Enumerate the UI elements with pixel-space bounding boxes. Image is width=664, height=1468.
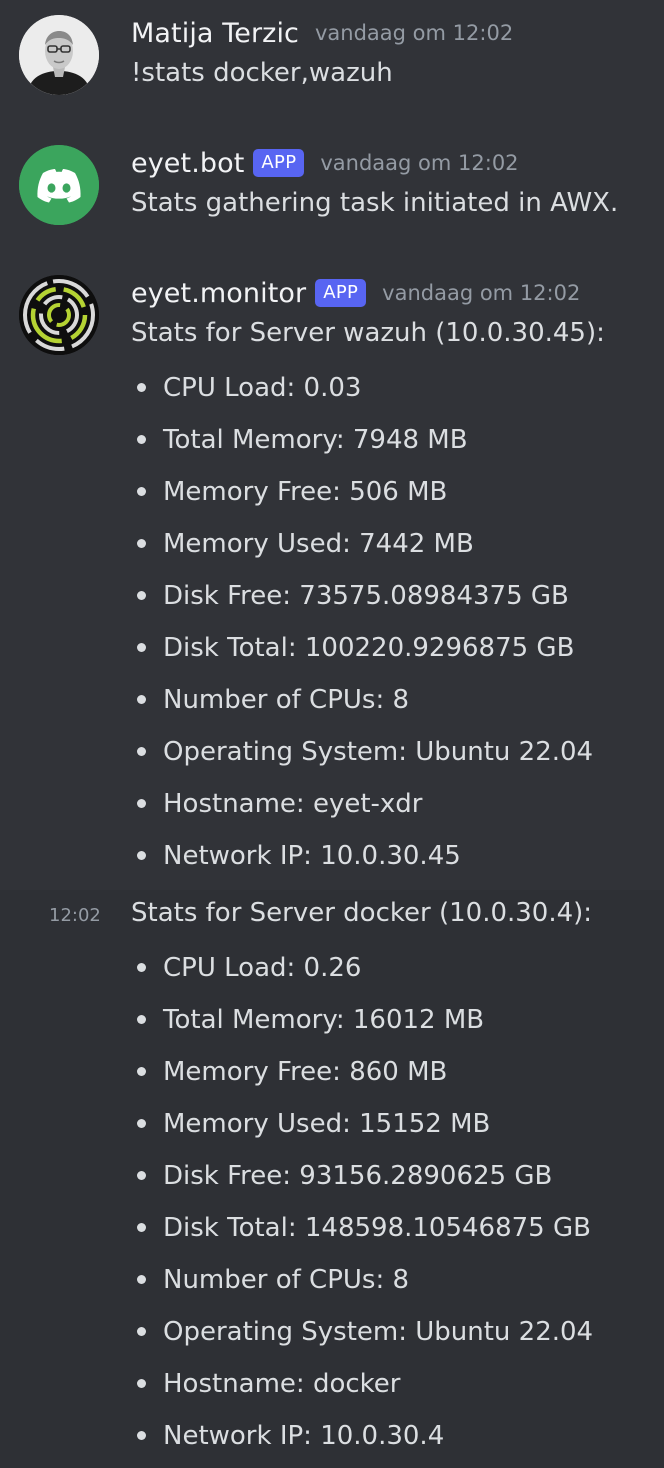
message-text: !stats docker,wazuh xyxy=(131,58,393,88)
list-item: Memory Free: 506 MB xyxy=(131,466,593,518)
username[interactable]: eyet.monitor xyxy=(131,278,306,309)
list-item: Network IP: 10.0.30.4 xyxy=(131,1410,593,1462)
list-item: Number of CPUs: 8 xyxy=(131,674,593,726)
username[interactable]: Matija Terzic xyxy=(131,18,299,49)
concentric-rings-logo-icon xyxy=(19,275,99,355)
list-item: Operating System: Ubuntu 22.04 xyxy=(131,1306,593,1358)
list-item: Hostname: eyet-xdr xyxy=(131,778,593,830)
message-matija[interactable]: Matija Terzic vandaag om 12:02 !stats do… xyxy=(0,0,664,120)
username[interactable]: eyet.bot xyxy=(131,148,244,179)
list-item: Memory Used: 7442 MB xyxy=(131,518,593,570)
message-timestamp[interactable]: vandaag om 12:02 xyxy=(382,281,580,305)
avatar[interactable] xyxy=(19,275,99,355)
list-item: Hostname: docker xyxy=(131,1358,593,1410)
stats-title: Stats for Server docker (10.0.30.4): xyxy=(131,898,593,928)
list-item: Total Memory: 7948 MB xyxy=(131,414,593,466)
discord-logo-icon xyxy=(19,145,99,225)
chat-messages: Matija Terzic vandaag om 12:02 !stats do… xyxy=(0,0,664,1468)
stats-list: CPU Load: 0.26 Total Memory: 16012 MB Me… xyxy=(131,942,593,1462)
list-item: Network IP: 10.0.30.45 xyxy=(131,830,593,882)
avatar[interactable] xyxy=(19,145,99,225)
list-item: Memory Free: 860 MB xyxy=(131,1046,593,1098)
list-item: Operating System: Ubuntu 22.04 xyxy=(131,726,593,778)
message-eyet-bot[interactable]: eyet.bot APP vandaag om 12:02 Stats gath… xyxy=(0,130,664,250)
app-badge: APP xyxy=(315,279,367,307)
list-item: Disk Total: 100220.9296875 GB xyxy=(131,622,593,674)
message-text: Stats gathering task initiated in AWX. xyxy=(131,188,619,218)
hover-timestamp[interactable]: 12:02 xyxy=(49,905,101,926)
list-item: Number of CPUs: 8 xyxy=(131,1254,593,1306)
app-badge: APP xyxy=(253,149,305,177)
list-item: CPU Load: 0.03 xyxy=(131,362,593,414)
message-continuation[interactable]: Stats for Server docker (10.0.30.4): CPU… xyxy=(0,890,664,1468)
message-eyet-monitor[interactable]: eyet.monitor APP vandaag om 12:02 Stats … xyxy=(0,260,664,890)
stats-title: Stats for Server wazuh (10.0.30.45): xyxy=(131,318,605,348)
message-timestamp[interactable]: vandaag om 12:02 xyxy=(315,21,513,45)
list-item: Disk Total: 148598.10546875 GB xyxy=(131,1202,593,1254)
list-item: Disk Free: 73575.08984375 GB xyxy=(131,570,593,622)
list-item: Total Memory: 16012 MB xyxy=(131,994,593,1046)
stats-list: CPU Load: 0.03 Total Memory: 7948 MB Mem… xyxy=(131,362,593,882)
message-timestamp[interactable]: vandaag om 12:02 xyxy=(320,151,518,175)
person-photo-avatar xyxy=(19,15,99,95)
list-item: CPU Load: 0.26 xyxy=(131,942,593,994)
list-item: Memory Used: 15152 MB xyxy=(131,1098,593,1150)
avatar[interactable] xyxy=(19,15,99,95)
list-item: Disk Free: 93156.2890625 GB xyxy=(131,1150,593,1202)
